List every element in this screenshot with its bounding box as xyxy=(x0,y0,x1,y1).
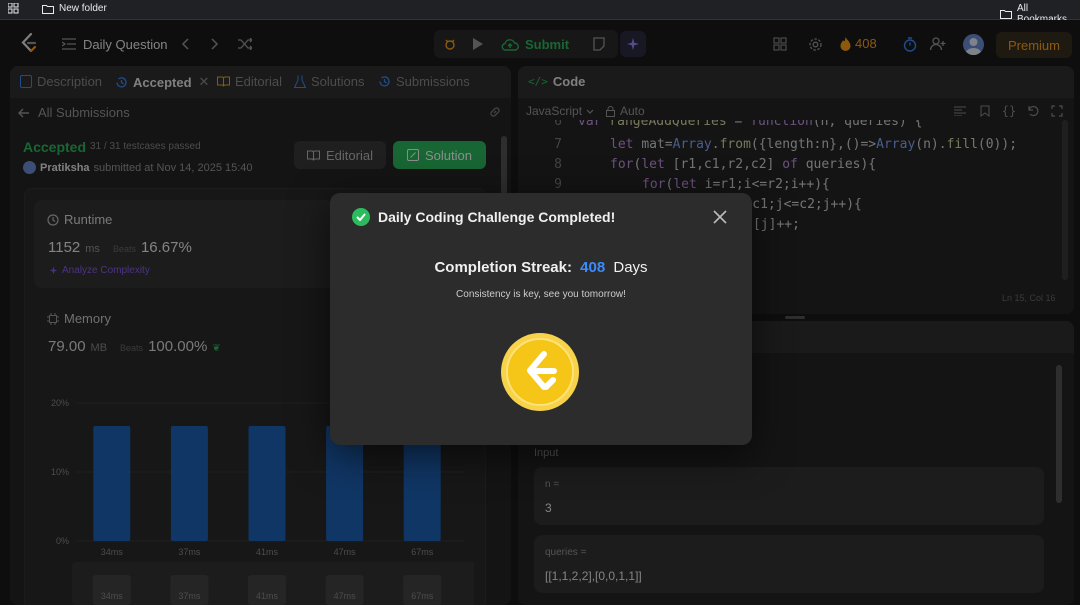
check-circle-icon xyxy=(352,208,370,226)
bookmark-folder-label: New folder xyxy=(59,3,107,14)
folder-icon xyxy=(1000,9,1012,19)
streak-value: 408 xyxy=(580,259,606,276)
close-icon[interactable] xyxy=(710,207,730,227)
daily-challenge-modal: Daily Coding Challenge Completed! Comple… xyxy=(330,193,752,445)
streak-line: Completion Streak: 408 Days xyxy=(330,259,752,276)
bookmarks-bar: New folder All Bookmarks xyxy=(0,0,1080,25)
apps-grid-icon[interactable] xyxy=(8,3,19,14)
streak-label: Completion Streak: xyxy=(434,259,572,276)
bookmark-folder-new[interactable]: New folder xyxy=(42,3,107,14)
folder-icon xyxy=(42,4,54,14)
modal-message: Consistency is key, see you tomorrow! xyxy=(456,289,626,300)
modal-title: Daily Coding Challenge Completed! xyxy=(378,209,616,225)
leetcode-coin-icon xyxy=(500,332,580,412)
streak-unit: Days xyxy=(613,259,648,276)
